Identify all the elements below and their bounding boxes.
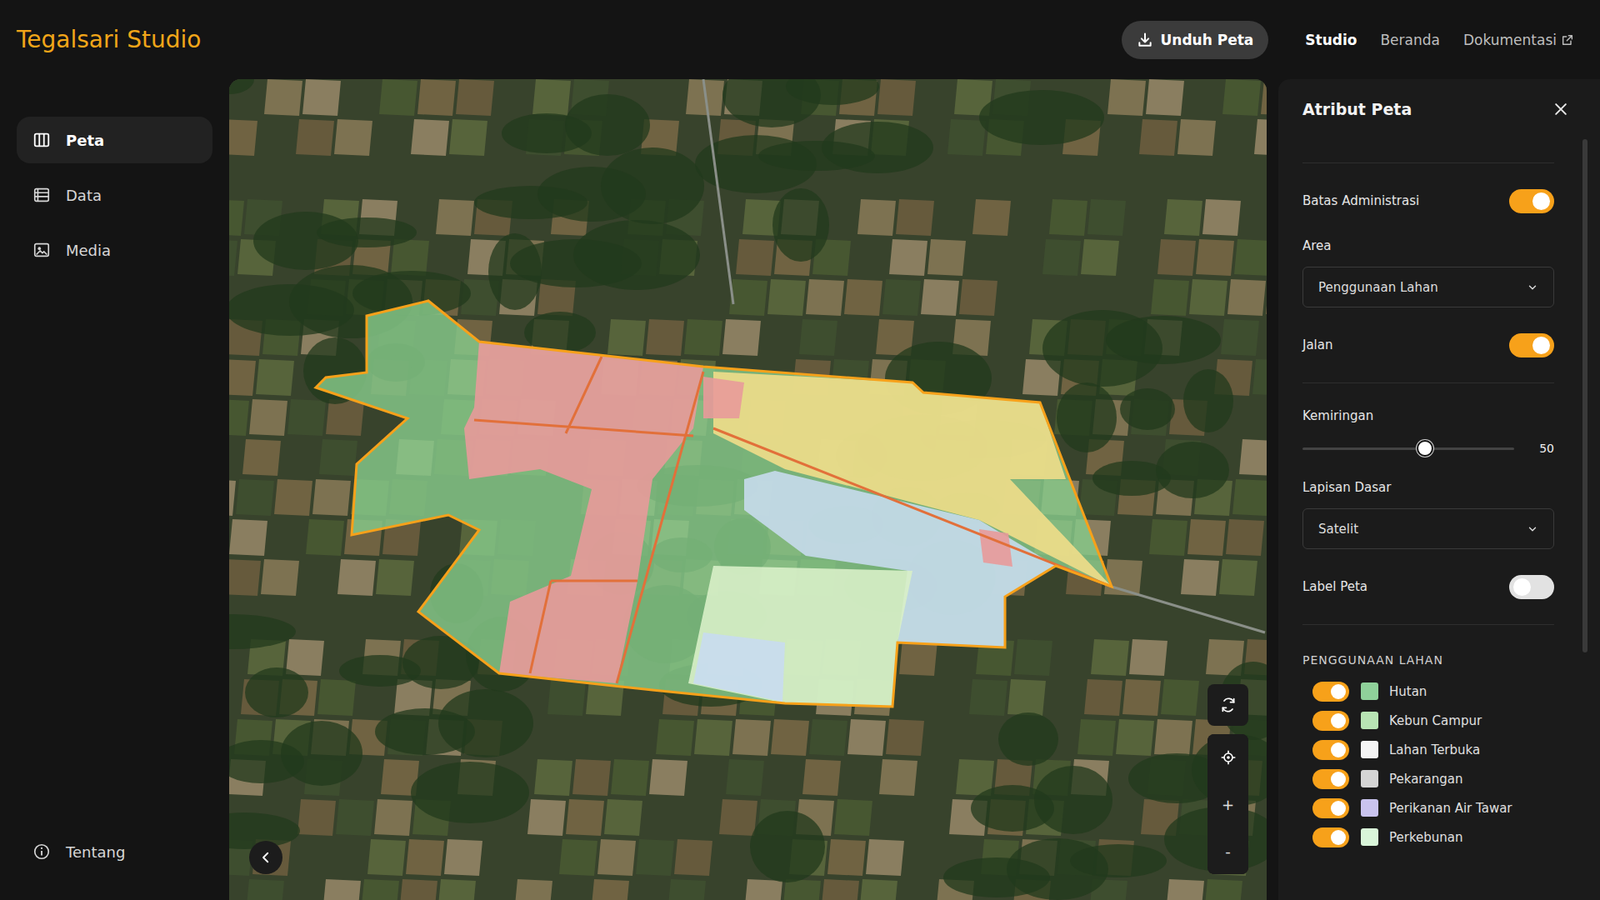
toggle-switch[interactable] (1509, 189, 1555, 214)
chevron-down-icon (1526, 281, 1539, 294)
satellite-map[interactable] (229, 79, 1267, 900)
settings-section: Batas Administrasi Area Penggunaan Lahan… (1302, 163, 1555, 383)
divider (1302, 624, 1555, 625)
toggle-label: Batas Administrasi (1302, 193, 1420, 209)
toggle-label: Label Peta (1302, 579, 1368, 595)
legend-toggle[interactable] (1312, 769, 1350, 790)
sidebar-item[interactable]: Data (16, 171, 213, 219)
legend-swatch (1360, 799, 1379, 817)
zoom-group: + - (1207, 734, 1249, 875)
sidebar-item[interactable]: Media (16, 226, 213, 274)
legend-swatch (1360, 682, 1379, 700)
locate-icon (1220, 749, 1237, 766)
close-button[interactable] (1552, 100, 1570, 118)
legend-item: Lahan Terbuka (1302, 735, 1555, 765)
attribute-panel: Atribut Peta Batas Administrasi Area Pen… (1278, 79, 1600, 900)
download-button[interactable]: Unduh Peta (1121, 20, 1269, 60)
image-icon (32, 240, 51, 260)
chevron-left-icon (258, 850, 274, 865)
collapse-button[interactable] (249, 840, 283, 875)
panel-title: Atribut Peta (1302, 100, 1412, 119)
legend-swatch (1360, 740, 1379, 759)
zoom-out-button[interactable]: - (1207, 827, 1249, 875)
slider-row: 50 (1302, 441, 1555, 455)
toggle-row: Label Peta (1302, 574, 1555, 600)
header: Tegalsari Studio Unduh Peta Studio Beran… (0, 0, 1600, 80)
legend-item: Perkebunan (1302, 822, 1555, 852)
chevron-down-icon (1526, 523, 1539, 535)
legend-heading: PENGGUNAAN LAHAN (1302, 653, 1555, 667)
nav-link[interactable]: Studio (1305, 31, 1357, 49)
toggle-row: Jalan (1302, 332, 1555, 358)
toggle-switch[interactable] (1509, 575, 1555, 600)
select-field: Lapisan Dasar Satelit (1302, 480, 1555, 550)
land-use-area[interactable] (315, 300, 1112, 707)
toggle-row: Batas Administrasi (1302, 188, 1555, 214)
download-icon (1136, 31, 1154, 49)
close-icon (1552, 100, 1570, 118)
legend-item: Pekarangan (1302, 764, 1555, 794)
table-icon (32, 185, 51, 205)
legend-toggle[interactable] (1312, 827, 1350, 848)
map-controls: + - (1207, 684, 1249, 875)
field-label: Lapisan Dasar (1302, 480, 1555, 495)
field-label: Kemiringan (1302, 408, 1555, 424)
map-view[interactable]: + - (229, 79, 1267, 900)
app: Tegalsari Studio Unduh Peta Studio Beran… (0, 0, 1600, 900)
nav-link[interactable]: Dokumentasi (1463, 31, 1575, 49)
slider-track[interactable] (1302, 447, 1515, 450)
locate-button[interactable] (1207, 734, 1249, 781)
select[interactable]: Penggunaan Lahan (1302, 266, 1555, 308)
panel-header: Atribut Peta (1302, 97, 1555, 121)
main: Peta Data Media Tentang + - Atribut Peta… (0, 79, 1600, 900)
info-icon (32, 842, 51, 861)
legend-item: Hutan (1302, 676, 1555, 706)
legend-toggle[interactable] (1312, 710, 1350, 731)
select-field: Area Penggunaan Lahan (1302, 238, 1555, 308)
land-use-legend: PENGGUNAAN LAHAN Hutan Kebun Campur Laha… (1302, 625, 1555, 852)
reset-view-button[interactable] (1207, 684, 1249, 726)
top-nav: Studio Beranda Dokumentasi (1305, 31, 1575, 49)
settings-section: Kemiringan 50 Lapisan Dasar Satelit Label… (1302, 383, 1555, 625)
slider-thumb[interactable] (1416, 440, 1434, 457)
divider (1302, 382, 1555, 384)
legend-item: Kebun Campur (1302, 705, 1555, 735)
legend-item: Perikanan Air Tawar (1302, 793, 1555, 823)
logo[interactable]: Tegalsari Studio (16, 25, 201, 54)
legend-swatch (1360, 711, 1379, 730)
about-link[interactable]: Tentang (16, 833, 213, 870)
nav-link[interactable]: Beranda (1380, 31, 1440, 49)
slider-value: 50 (1535, 441, 1555, 455)
sidebar-item[interactable]: Peta (16, 116, 213, 164)
legend-swatch (1360, 828, 1379, 846)
map-icon (32, 130, 51, 150)
legend-toggle[interactable] (1312, 798, 1350, 819)
toggle-switch[interactable] (1509, 333, 1555, 358)
legend-toggle[interactable] (1312, 681, 1350, 702)
toggle-label: Jalan (1302, 337, 1333, 353)
external-link-icon (1560, 33, 1575, 47)
divider (1302, 162, 1555, 164)
legend-toggle[interactable] (1312, 740, 1350, 760)
select[interactable]: Satelit (1302, 508, 1555, 550)
legend-swatch (1360, 770, 1379, 788)
zoom-in-button[interactable]: + (1207, 780, 1249, 828)
refresh-icon (1220, 696, 1237, 714)
slider-field: Kemiringan 50 (1302, 408, 1555, 455)
scrollbar[interactable] (1582, 139, 1588, 653)
sidebar: Peta Data Media Tentang (0, 79, 230, 900)
field-label: Area (1302, 238, 1555, 254)
